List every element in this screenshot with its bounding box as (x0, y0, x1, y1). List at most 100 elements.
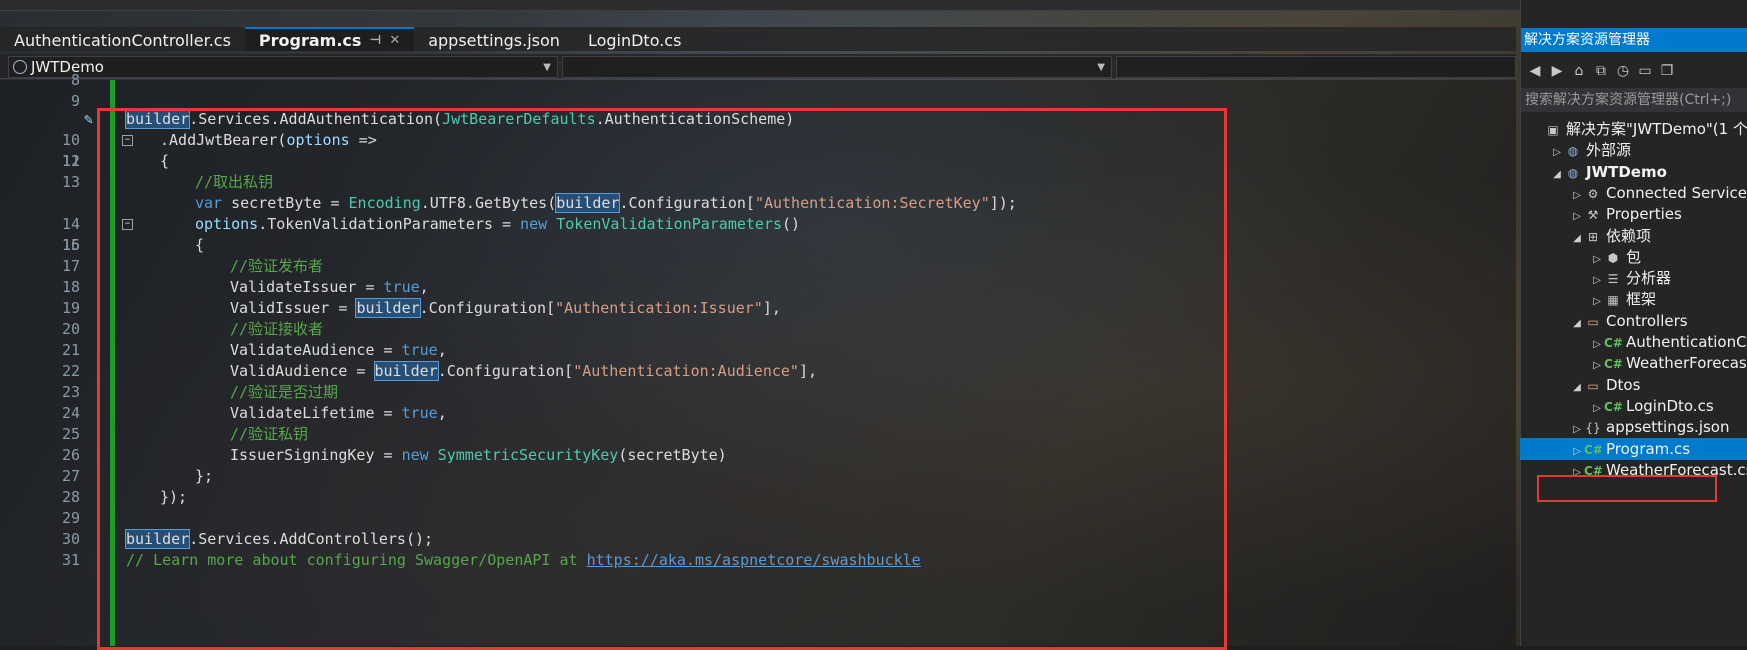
expander-icon[interactable]: ▷ (1570, 185, 1584, 204)
expander-icon[interactable]: ▷ (1590, 291, 1604, 310)
json-file-icon: {} (1585, 421, 1601, 436)
tree-item[interactable]: ▷ ⬢ 包 (1520, 246, 1747, 268)
tree-item[interactable]: ◢ ◍ JWTDemo (1520, 161, 1747, 183)
code-token: "Authentication:Issuer" (555, 299, 763, 317)
code-token: new (520, 215, 548, 233)
code-token: true (383, 278, 420, 296)
home-icon[interactable]: ⌂ (1571, 63, 1587, 79)
code-line: 23 //验证是否过期 (0, 382, 1516, 403)
code-token: ], (762, 299, 781, 317)
line-number: 31 (61, 551, 80, 569)
line-number: 28 (61, 488, 80, 506)
line-number: 13 (61, 173, 80, 191)
tree-item[interactable]: ◢ ⊞ 依赖项 (1520, 225, 1747, 247)
tree-item[interactable]: ▷{} appsettings.json (1520, 416, 1747, 438)
expander-icon[interactable]: ◢ (1550, 164, 1564, 183)
code-comment: //验证是否过期 (230, 383, 339, 401)
tree-item[interactable]: ▷ C# LoginDto.cs (1520, 395, 1747, 417)
code-token: .Services.AddAuthentication( (189, 110, 443, 128)
code-token: { (160, 152, 170, 170)
expander-icon[interactable]: ▷ (1590, 398, 1604, 417)
line-number: 21 (61, 341, 80, 359)
expander-icon[interactable]: ◢ (1570, 377, 1584, 396)
solution-explorer-title: 解决方案资源管理器 (1521, 28, 1747, 52)
edit-pencil-icon: ✎ (84, 110, 94, 128)
line-number: 12 (61, 152, 80, 170)
solution-search-input[interactable]: 搜索解决方案资源管理器(Ctrl+;) (1521, 88, 1747, 112)
tree-item[interactable]: ▷ C# WeatherForecas (1520, 352, 1747, 374)
project-icon: ◍ (1567, 165, 1579, 180)
expander-icon[interactable]: ◢ (1570, 228, 1584, 247)
expander-icon[interactable]: ▷ (1590, 249, 1604, 268)
code-token: options (195, 215, 259, 233)
tab-label: AuthenticationController.cs (14, 30, 231, 50)
line-number: 24 (61, 404, 80, 422)
code-token: => (349, 131, 377, 149)
tree-item[interactable]: ▷ ◍ 外部源 (1520, 139, 1747, 161)
expander-icon[interactable]: ▷ (1570, 441, 1584, 460)
tree-item[interactable]: ◢ ▭ Dtos (1520, 374, 1747, 396)
tree-item-label: LoginDto.cs (1626, 396, 1714, 415)
expander-icon[interactable]: ▷ (1570, 206, 1584, 225)
tab-login-dto[interactable]: LoginDto.cs (574, 29, 695, 51)
solution-explorer-toolbar: ◀ ▶ ⌂ ⧉ ◷ ▭ ❐ (1521, 58, 1747, 84)
code-comment: // Learn more about configuring Swagger/… (126, 551, 587, 569)
code-token: , (437, 404, 447, 422)
code-line: 14 var secretByte = Encoding.UTF8.GetByt… (0, 193, 1516, 233)
tree-item[interactable]: ▣ 解决方案"JWTDemo"(1 个项 (1520, 118, 1747, 140)
tree-item-label: Controllers (1606, 311, 1688, 330)
tree-item[interactable]: ▷ ⚒ Properties (1520, 203, 1747, 225)
code-editor[interactable]: 8 9 10 ✎ builder.Services.AddAuthenticat… (0, 71, 1516, 646)
line-number: 26 (61, 446, 80, 464)
tree-item[interactable]: ▷ ⚙ Connected Services (1520, 182, 1747, 204)
tree-item[interactable]: ▷ C# Program.cs (1520, 437, 1747, 460)
code-line: 8 (0, 70, 1516, 91)
code-token: ], (798, 362, 818, 380)
tab-appsettings[interactable]: appsettings.json (414, 29, 574, 51)
tab-authentication-controller[interactable]: AuthenticationController.cs (0, 29, 245, 51)
tree-item[interactable]: ▷ ▦ 框架 (1520, 288, 1747, 310)
tree-item[interactable]: ◢ ▭ Controllers (1520, 310, 1747, 332)
pending-changes-icon[interactable]: ◷ (1615, 63, 1631, 79)
expander-icon[interactable]: ▷ (1590, 270, 1604, 289)
close-icon[interactable]: ✕ (389, 33, 400, 48)
tree-item-label: Program.cs (1606, 439, 1691, 458)
code-token: .Configuration[ (619, 194, 755, 212)
tab-program[interactable]: Program.cs ⊣ ✕ (244, 27, 415, 51)
back-icon[interactable]: ◀ (1527, 63, 1543, 79)
forward-icon[interactable]: ▶ (1549, 63, 1565, 79)
csharp-file-icon: C# (1604, 336, 1623, 350)
swashbuckle-link[interactable]: https://aka.ms/aspnetcore/swashbuckle (587, 551, 921, 569)
collapse-all-icon[interactable]: ▭ (1637, 63, 1653, 79)
tree-item[interactable]: ▷ ☰ 分析器 (1520, 267, 1747, 289)
code-line: 13 //取出私钥 (0, 172, 1516, 193)
expander-icon[interactable]: ▷ (1590, 355, 1604, 374)
tree-item-label: AuthenticationC (1626, 333, 1747, 351)
code-token: new (401, 446, 429, 464)
collapse-icon[interactable]: − (122, 135, 133, 146)
collapse-icon[interactable]: − (122, 219, 133, 230)
switch-views-icon[interactable]: ⧉ (1593, 63, 1609, 79)
code-token: { (195, 236, 205, 254)
code-token: }; (195, 467, 214, 485)
expander-icon[interactable]: ▷ (1590, 334, 1604, 353)
expander-icon[interactable]: ▷ (1570, 419, 1584, 438)
red-selection-annotation (1537, 475, 1717, 502)
expander-icon[interactable]: ▷ (1550, 142, 1564, 161)
tree-item-label: 依赖项 (1606, 226, 1652, 245)
code-line: 24 ValidateLifetime = true, (0, 403, 1516, 424)
show-all-files-icon[interactable]: ❐ (1659, 63, 1675, 79)
code-token: builder (355, 298, 421, 318)
globe-icon: ◍ (1567, 144, 1579, 159)
csharp-file-icon: C# (1584, 442, 1603, 457)
pin-icon[interactable]: ⊣ (369, 33, 381, 48)
code-line: 22 ValidAudience = builder.Configuration[… (0, 361, 1516, 382)
expander-icon[interactable]: ◢ (1570, 313, 1584, 332)
tree-item[interactable]: ▷ C# AuthenticationC (1520, 331, 1747, 353)
document-tab-bar: AuthenticationController.cs Program.cs ⊣ ✕… (0, 27, 1516, 51)
tab-label: LoginDto.cs (587, 30, 682, 50)
code-comment: //验证发布者 (230, 257, 324, 275)
code-token: , (419, 278, 429, 296)
top-toolbar-strip (0, 0, 1520, 11)
code-comment: //取出私钥 (195, 173, 274, 191)
